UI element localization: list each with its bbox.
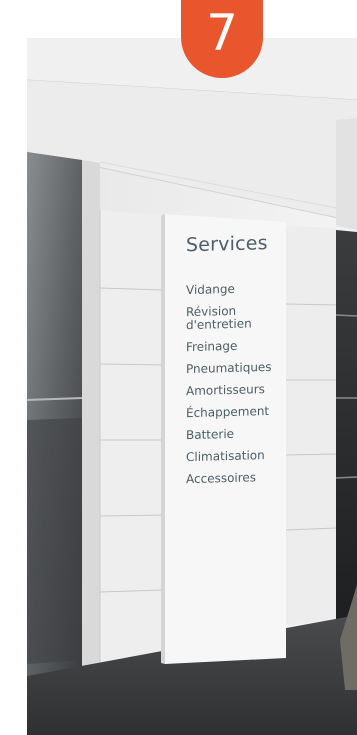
top-margin [0,0,357,38]
pillar [82,160,100,672]
service-item: Révision d'entretien [186,303,252,332]
storefront-scene [0,0,357,735]
services-title: Services [186,232,268,257]
service-item: Vidange [186,281,235,298]
service-item: Amortisseurs [186,381,265,398]
service-item: Accessoires [186,469,257,486]
services-list: Vidange Révision d'entretien Freinage Pn… [186,282,272,495]
service-item: Pneumatiques [186,359,272,376]
service-item: Freinage [186,338,238,354]
right-wall [336,118,357,230]
right-wall-panels [286,226,336,625]
right-window [336,230,357,622]
service-item: Échappement [186,403,270,420]
service-item: Batterie [186,426,235,442]
service-item: Climatisation [186,447,265,464]
